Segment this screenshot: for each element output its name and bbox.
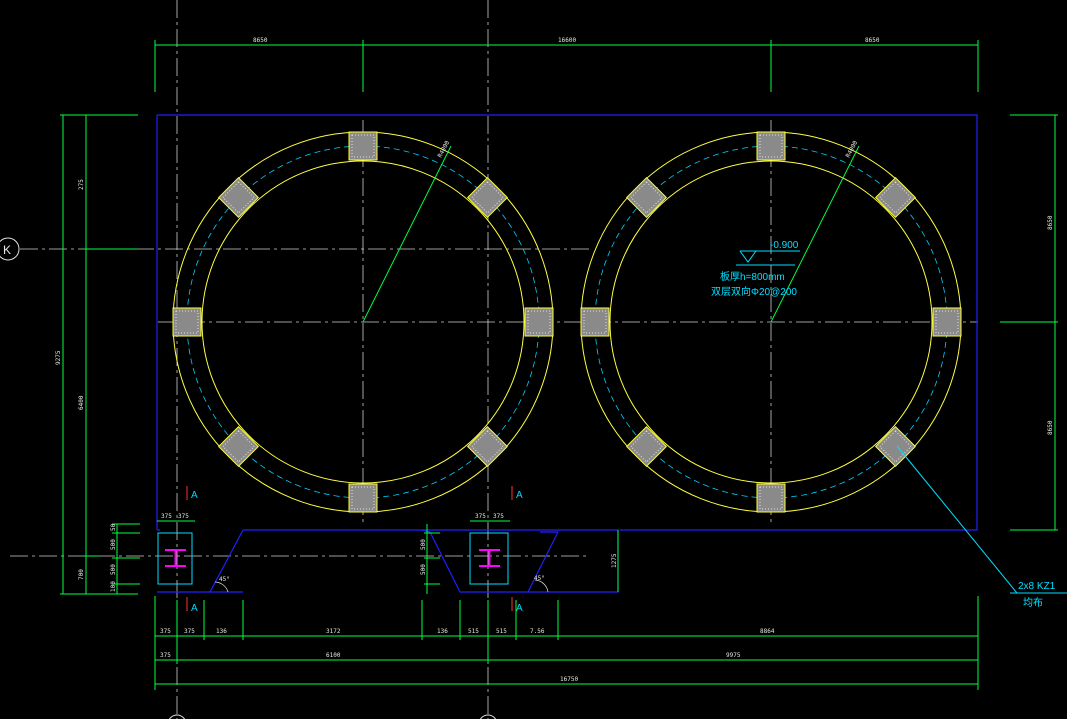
axis-bubbles-bottom — [168, 714, 497, 719]
slab-note-thickness: 板厚h=800mm — [720, 270, 785, 283]
pit-dim-side-4: 100 — [110, 581, 117, 592]
column-note-title: 2x8 KZ1 — [1018, 581, 1056, 592]
section-mark-A4: A — [516, 603, 523, 614]
dim-bottom-1: 375 — [160, 628, 171, 635]
column-note-sub: 均布 — [1023, 597, 1043, 609]
pit2-dim-top-b: 375 — [493, 513, 504, 520]
elevation-marker — [736, 250, 800, 266]
pit2-dim-top-a: 375 — [475, 513, 486, 520]
ring-column — [756, 483, 786, 513]
ring-column — [625, 425, 668, 468]
ring-column — [217, 425, 260, 468]
dim-left-bottom: 700 — [78, 569, 85, 580]
dim-bottom-7: 515 — [496, 628, 507, 635]
dim-bottom-2: 375 — [184, 628, 195, 635]
ring-column — [466, 176, 509, 219]
pit2-dim-side-2: 500 — [420, 539, 427, 550]
ring-column — [348, 131, 378, 161]
elevation-value: -0.900 — [770, 240, 799, 251]
ring-column — [625, 176, 668, 219]
pit-profile — [243, 529, 619, 593]
pit2-dim-side-3: 500 — [420, 564, 427, 575]
dim-bottom-9: 8864 — [760, 628, 775, 635]
section-mark-A2: A — [191, 603, 198, 614]
section-mark-A3: A — [516, 490, 523, 501]
ring-column — [524, 307, 554, 337]
pit-dim-side-1: 50 — [110, 523, 117, 531]
dim-bottom-row2-c: 9975 — [726, 652, 741, 659]
angle-label-2: 45° — [534, 575, 545, 582]
ring-column — [217, 176, 260, 219]
dim-bottom-row2-b: 6100 — [326, 652, 341, 659]
dim-bottom-3: 136 — [216, 628, 227, 635]
steel-column-icon — [479, 549, 500, 567]
dim-bottom-6: 515 — [468, 628, 479, 635]
column-note-leader — [896, 445, 1018, 594]
ring-column — [172, 307, 202, 337]
dim-left-top: 275 — [78, 179, 85, 190]
dim-bottom-row2-a: 375 — [160, 652, 171, 659]
pit-dim-top-b: 375 — [178, 513, 189, 520]
steel-column-icon — [165, 549, 186, 567]
section-mark-A1: A — [191, 490, 198, 501]
ring-column — [874, 176, 917, 219]
pit-dim-right: 1275 — [611, 553, 618, 568]
pit-dim-top-a: 375 — [161, 513, 172, 520]
ring-column — [348, 483, 378, 513]
pit-dim-side-2: 500 — [110, 539, 117, 550]
dim-bottom-8: 7.56 — [530, 628, 545, 635]
ring-column — [756, 131, 786, 161]
dim-right-lower: 8650 — [1047, 420, 1054, 435]
dim-bottom-5: 136 — [437, 628, 448, 635]
pit-detail-2: 45° — [469, 532, 549, 593]
ring-column — [932, 307, 962, 337]
dim-left-middle: 6400 — [78, 395, 85, 410]
angle-label-1: 45° — [219, 576, 230, 583]
dim-top-left: 8650 — [253, 37, 268, 44]
dim-right-upper: 8650 — [1047, 215, 1054, 230]
cad-drawing-canvas[interactable]: K 45° 45° A A A A R4000 R4000 -0.900 板厚h… — [0, 0, 1067, 719]
slab-outline — [156, 114, 978, 593]
dim-bottom-overall: 16750 — [560, 676, 578, 683]
pit-dim-side-3: 500 — [110, 564, 117, 575]
slab-note-rebar: 双层双向Φ20@200 — [711, 285, 797, 298]
dim-top-middle: 16600 — [558, 37, 576, 44]
axis-bubble-label: K — [3, 243, 11, 257]
pit-detail-1: 45° — [157, 532, 243, 593]
dim-left-overall: 9275 — [55, 350, 62, 365]
axis-bubble-K[interactable]: K — [0, 237, 20, 261]
dim-bottom-4: 3172 — [326, 628, 341, 635]
ring-column — [466, 425, 509, 468]
ring-column — [580, 307, 610, 337]
dim-top-right: 8650 — [865, 37, 880, 44]
